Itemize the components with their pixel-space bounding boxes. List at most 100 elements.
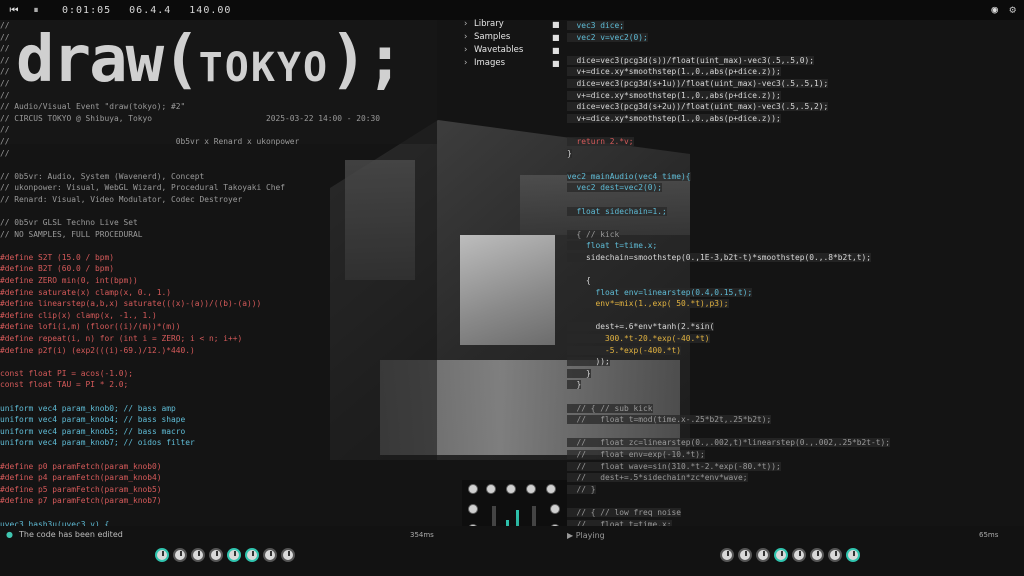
code-line[interactable]: vec2 dest=vec2(0);	[567, 182, 987, 194]
code-line[interactable]: #define linearstep(a,b,x) saturate(((x)-…	[0, 298, 437, 310]
param-knob[interactable]	[227, 548, 241, 562]
code-line[interactable]	[567, 43, 987, 55]
code-line[interactable]: vec3 dice;	[567, 20, 987, 32]
code-line[interactable]: // Renard: Visual, Video Modulator, Code…	[0, 194, 437, 206]
param-knob[interactable]	[155, 548, 169, 562]
code-line[interactable]	[567, 159, 987, 171]
code-line[interactable]	[567, 263, 987, 275]
code-line[interactable]: { // kick	[567, 229, 987, 241]
code-line[interactable]: #define p0 paramFetch(param_knob0)	[0, 461, 437, 473]
code-line[interactable]: dest+=.6*env*tanh(2.*sin(	[567, 321, 987, 333]
code-line[interactable]: // }	[567, 484, 987, 496]
code-line[interactable]: // ukonpower: Visual, WebGL Wizard, Proc…	[0, 182, 437, 194]
code-line[interactable]: return 2.*v;	[567, 136, 987, 148]
code-line[interactable]	[567, 217, 987, 229]
param-knob[interactable]	[738, 548, 752, 562]
mixer-knob[interactable]	[468, 484, 478, 494]
param-knob[interactable]	[828, 548, 842, 562]
code-line[interactable]	[0, 449, 437, 461]
code-line[interactable]: uniform vec4 param_knob4; // bass shape	[0, 414, 437, 426]
code-line[interactable]: // Audio/Visual Event "draw(tokyo); #2"	[0, 101, 437, 113]
code-line[interactable]: float env=linearstep(0.4,0.15,t);	[567, 287, 987, 299]
code-line[interactable]	[567, 124, 987, 136]
code-editor-right[interactable]: vec3 dice; vec2 v=vec2(0); dice=vec3(pcg…	[567, 20, 987, 529]
code-line[interactable]: v+=dice.xy*smoothstep(1.,0.,abs(p+dice.z…	[567, 90, 987, 102]
code-line[interactable]: // float zc=linearstep(0.,.002,t)*linear…	[567, 437, 987, 449]
param-knob[interactable]	[810, 548, 824, 562]
code-line[interactable]: //	[0, 124, 437, 136]
code-line[interactable]: #define lofi(i,m) (floor((i)/(m))*(m))	[0, 321, 437, 333]
tree-item-images[interactable]: › Images ■	[464, 57, 564, 70]
code-line[interactable]: // 0b5vr: Audio, System (Wavenerd), Conc…	[0, 171, 437, 183]
code-line[interactable]: // NO SAMPLES, FULL PROCEDURAL	[0, 229, 437, 241]
code-line[interactable]: {	[567, 275, 987, 287]
code-line[interactable]	[0, 356, 437, 368]
code-line[interactable]: // 0b5vr GLSL Techno Live Set	[0, 217, 437, 229]
code-line[interactable]: const float TAU = PI * 2.0;	[0, 379, 437, 391]
code-line[interactable]: v+=dice.xy*smoothstep(1.,0.,abs(p+dice.z…	[567, 113, 987, 125]
mixer-knob[interactable]	[550, 504, 560, 514]
code-line[interactable]: // { // low freq noise	[567, 507, 987, 519]
param-knob[interactable]	[756, 548, 770, 562]
code-line[interactable]: // CIRCUS TOKYO @ Shibuya, Tokyo 2025-03…	[0, 113, 437, 125]
skip-back-icon[interactable]: ⏮	[6, 5, 22, 16]
code-line[interactable]	[0, 206, 437, 218]
param-knob[interactable]	[209, 548, 223, 562]
code-line[interactable]	[567, 310, 987, 322]
code-line[interactable]: uniform vec4 param_knob0; // bass amp	[0, 403, 437, 415]
param-knob[interactable]	[281, 548, 295, 562]
code-line[interactable]	[0, 507, 437, 519]
code-line[interactable]: }	[567, 148, 987, 160]
code-line[interactable]: dice=vec3(pcg3d(s+1u))/float(uint_max)-v…	[567, 78, 987, 90]
tree-item-library[interactable]: › Library ■	[464, 18, 564, 31]
code-line[interactable]: #define B2T (60.0 / bpm)	[0, 263, 437, 275]
param-knob[interactable]	[191, 548, 205, 562]
code-line[interactable]: #define repeat(i, n) for (int i = ZERO; …	[0, 333, 437, 345]
code-line[interactable]: #define p4 paramFetch(param_knob4)	[0, 472, 437, 484]
tree-item-samples[interactable]: › Samples ■	[464, 31, 564, 44]
code-line[interactable]: //	[0, 148, 437, 160]
code-line[interactable]: vec2 mainAudio(vec4 time){	[567, 171, 987, 183]
code-line[interactable]: #define p5 paramFetch(param_knob5)	[0, 484, 437, 496]
code-line[interactable]: // float env=exp(-10.*t);	[567, 449, 987, 461]
code-line[interactable]: dice=vec3(pcg3d(s))/float(uint_max)-vec3…	[567, 55, 987, 67]
code-line[interactable]: uniform vec4 param_knob5; // bass macro	[0, 426, 437, 438]
code-line[interactable]: }	[567, 379, 987, 391]
code-line[interactable]	[567, 391, 987, 403]
code-line[interactable]: -5.*exp(-400.*t)	[567, 345, 987, 357]
code-line[interactable]: vec2 v=vec2(0);	[567, 32, 987, 44]
code-line[interactable]: #define p7 paramFetch(param_knob7)	[0, 495, 437, 507]
code-line[interactable]	[0, 240, 437, 252]
pause-icon[interactable]: ⏸	[28, 5, 44, 16]
param-knob[interactable]	[792, 548, 806, 562]
code-line[interactable]: #define saturate(x) clamp(x, 0., 1.)	[0, 287, 437, 299]
code-line[interactable]: // { // sub kick	[567, 403, 987, 415]
mixer-knob[interactable]	[468, 504, 478, 514]
code-line[interactable]: ));	[567, 356, 987, 368]
tree-item-wavetables[interactable]: › Wavetables ■	[464, 44, 564, 57]
code-line[interactable]: // float t=mod(time.x-.25*b2t,.25*b2t);	[567, 414, 987, 426]
param-knob[interactable]	[263, 548, 277, 562]
code-line[interactable]: dice=vec3(pcg3d(s+2u))/float(uint_max)-v…	[567, 101, 987, 113]
param-knob[interactable]	[173, 548, 187, 562]
code-line[interactable]: float t=time.x;	[567, 240, 987, 252]
code-line[interactable]: // float wave=sin(310.*t-2.*exp(-80.*t))…	[567, 461, 987, 473]
mixer-knob[interactable]	[506, 484, 516, 494]
code-line[interactable]: // 0b5vr x Renard x ukonpower	[0, 136, 437, 148]
param-knob[interactable]	[846, 548, 860, 562]
eye-icon[interactable]: ◉	[991, 3, 998, 16]
code-line[interactable]: 300.*t-20.*exp(-40.*t)	[567, 333, 987, 345]
bpm-display[interactable]: 140.00	[189, 5, 231, 16]
mixer-knob[interactable]	[526, 484, 536, 494]
code-line[interactable]: #define ZERO min(0, int(bpm))	[0, 275, 437, 287]
code-line[interactable]	[567, 426, 987, 438]
mixer-knob[interactable]	[546, 484, 556, 494]
code-line[interactable]: #define clip(x) clamp(x, -1., 1.)	[0, 310, 437, 322]
param-knob[interactable]	[774, 548, 788, 562]
code-line[interactable]: sidechain=smoothstep(0.,1E-3,b2t-t)*smoo…	[567, 252, 987, 264]
param-knob[interactable]	[245, 548, 259, 562]
code-line[interactable]	[0, 159, 437, 171]
mixer-knob[interactable]	[486, 484, 496, 494]
code-line[interactable]: env*=mix(1.,exp( 50.*t),p3);	[567, 298, 987, 310]
code-line[interactable]	[0, 391, 437, 403]
